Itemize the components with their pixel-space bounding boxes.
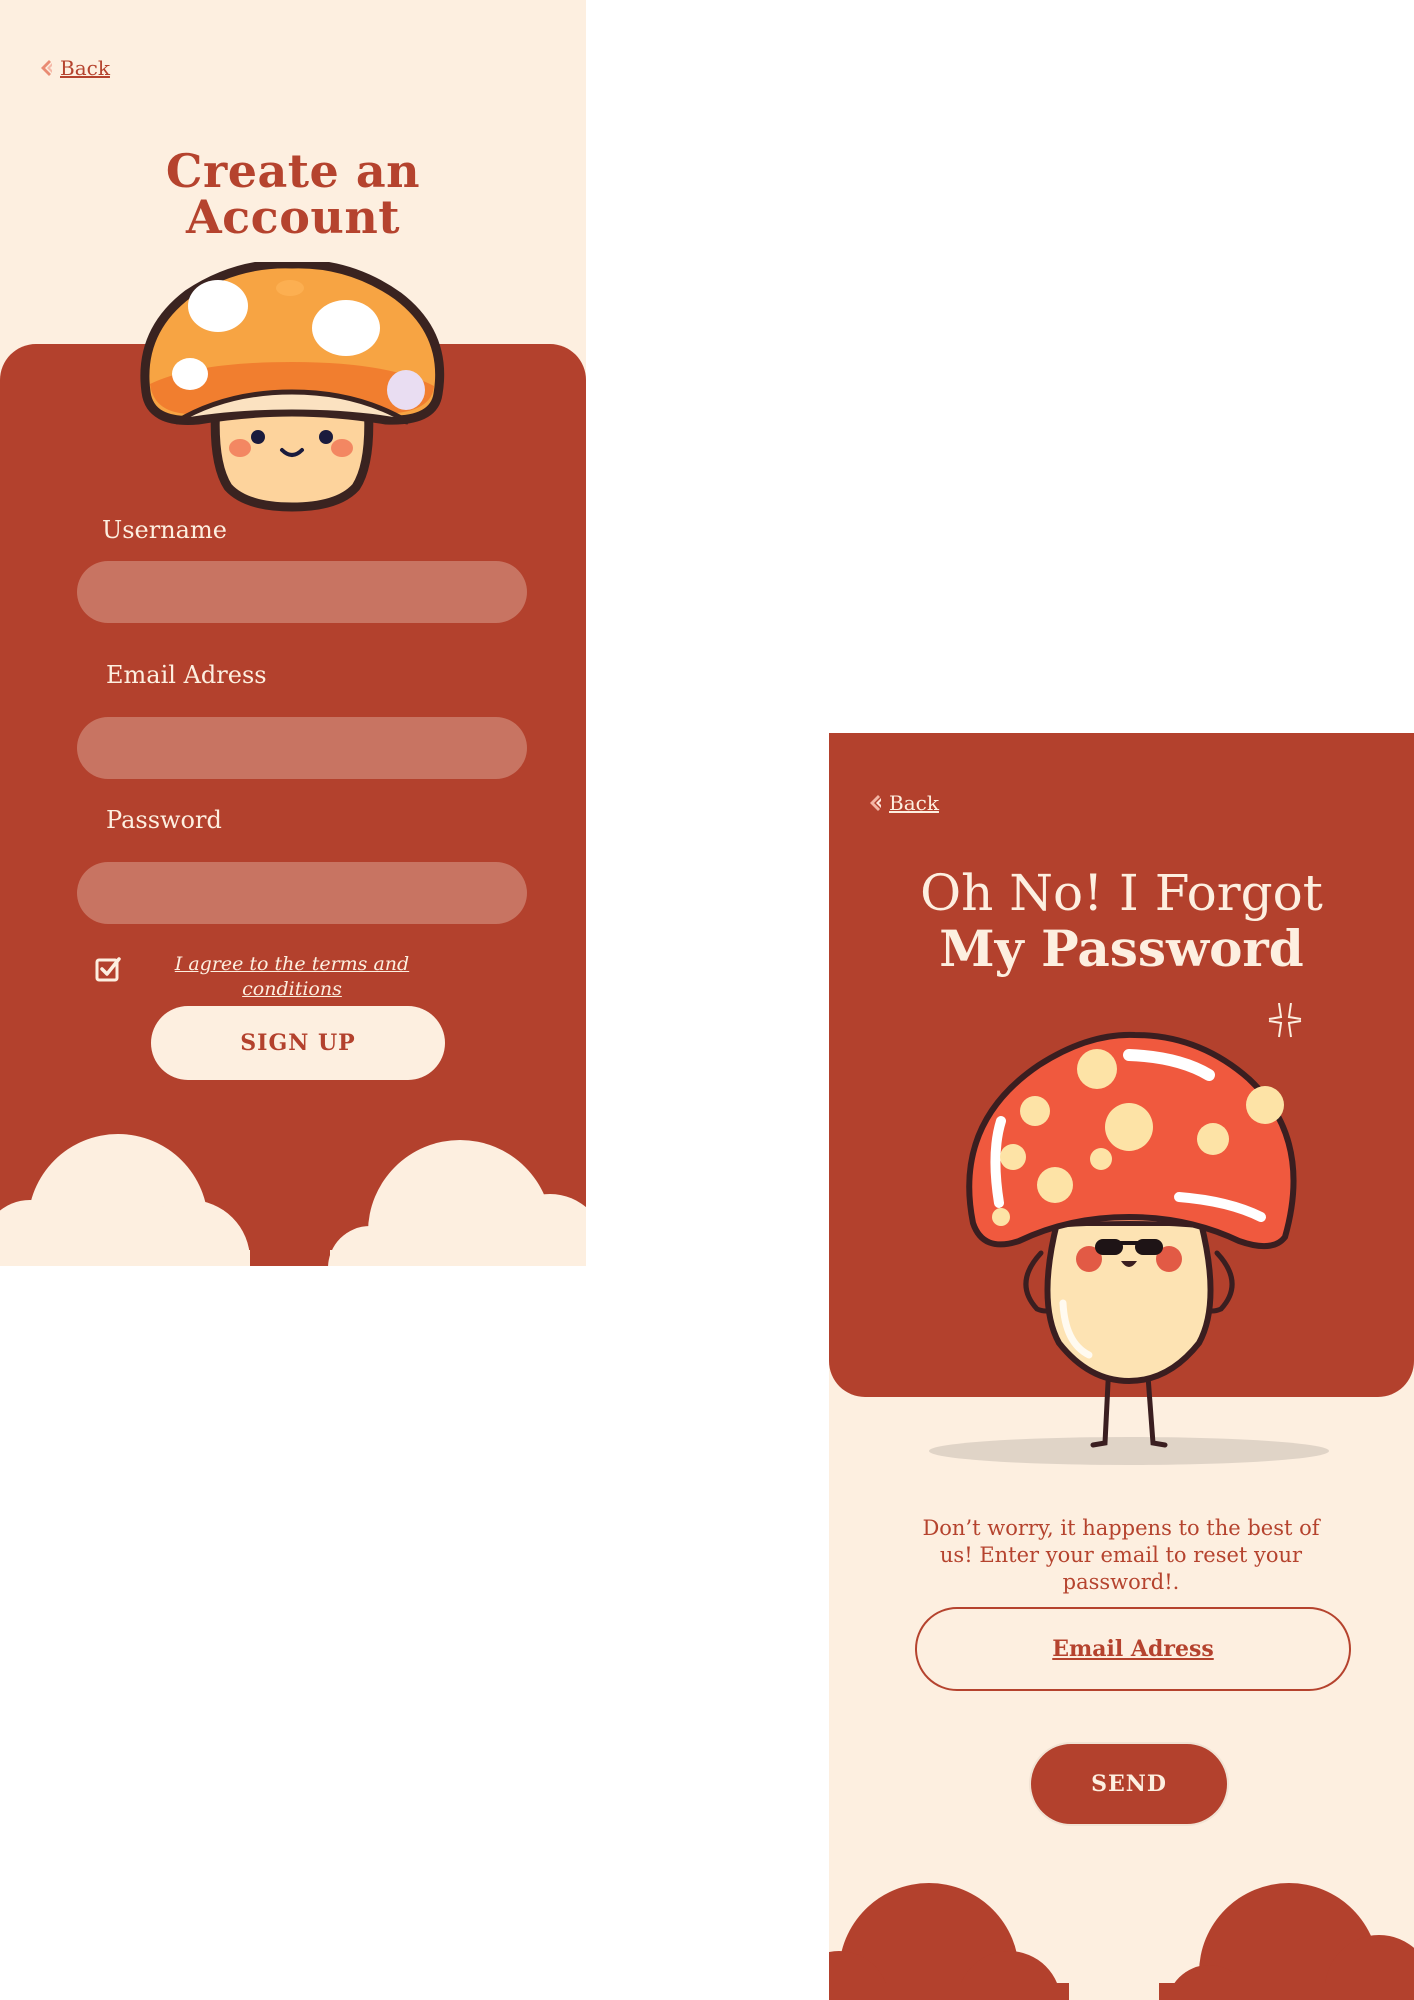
password-label: Password [106, 806, 222, 834]
password-input[interactable] [77, 862, 527, 924]
terms-link[interactable]: I agree to the terms and conditions [162, 952, 422, 1002]
page-title-line1: Oh No! I Forgot [920, 864, 1323, 922]
clouds-decoration [0, 1134, 586, 1266]
page-title: Oh No! I Forgot My Password [829, 865, 1414, 977]
username-input[interactable] [77, 561, 527, 623]
mushroom-mascot-icon [140, 262, 445, 512]
mushroom-sunglasses-icon [929, 1003, 1329, 1465]
reset-description: Don’t worry, it happens to the best of u… [922, 1516, 1320, 1594]
terms-line1: I agree to the terms and [174, 953, 410, 975]
email-label: Email Adress [106, 661, 267, 689]
sign-up-button[interactable]: SIGN UP [151, 1006, 445, 1080]
email-input[interactable] [77, 717, 527, 779]
chevron-left-icon [870, 795, 881, 811]
username-label: Username [102, 516, 227, 544]
page-title: Create an Account [0, 148, 586, 240]
page-title-line2: My Password [939, 919, 1304, 978]
send-button[interactable]: SEND [1029, 1742, 1229, 1826]
forgot-password-screen: Back Oh No! I Forgot My Password Don’t w… [829, 733, 1414, 2000]
chevron-left-icon [41, 60, 52, 76]
back-link[interactable]: Back [38, 56, 110, 80]
signup-screen: Back Create an Account Username Email Ad… [0, 0, 586, 1266]
clouds-decoration [829, 1883, 1414, 2000]
terms-checkbox[interactable] [94, 955, 122, 983]
page-title-line2: Account [185, 190, 401, 244]
page-title-line1: Create an [165, 144, 421, 198]
back-label: Back [889, 791, 939, 815]
back-link[interactable]: Back [867, 791, 939, 815]
email-address-button[interactable]: Email Adress [915, 1607, 1351, 1691]
terms-line2: conditions [242, 978, 342, 1000]
back-label: Back [60, 56, 110, 80]
